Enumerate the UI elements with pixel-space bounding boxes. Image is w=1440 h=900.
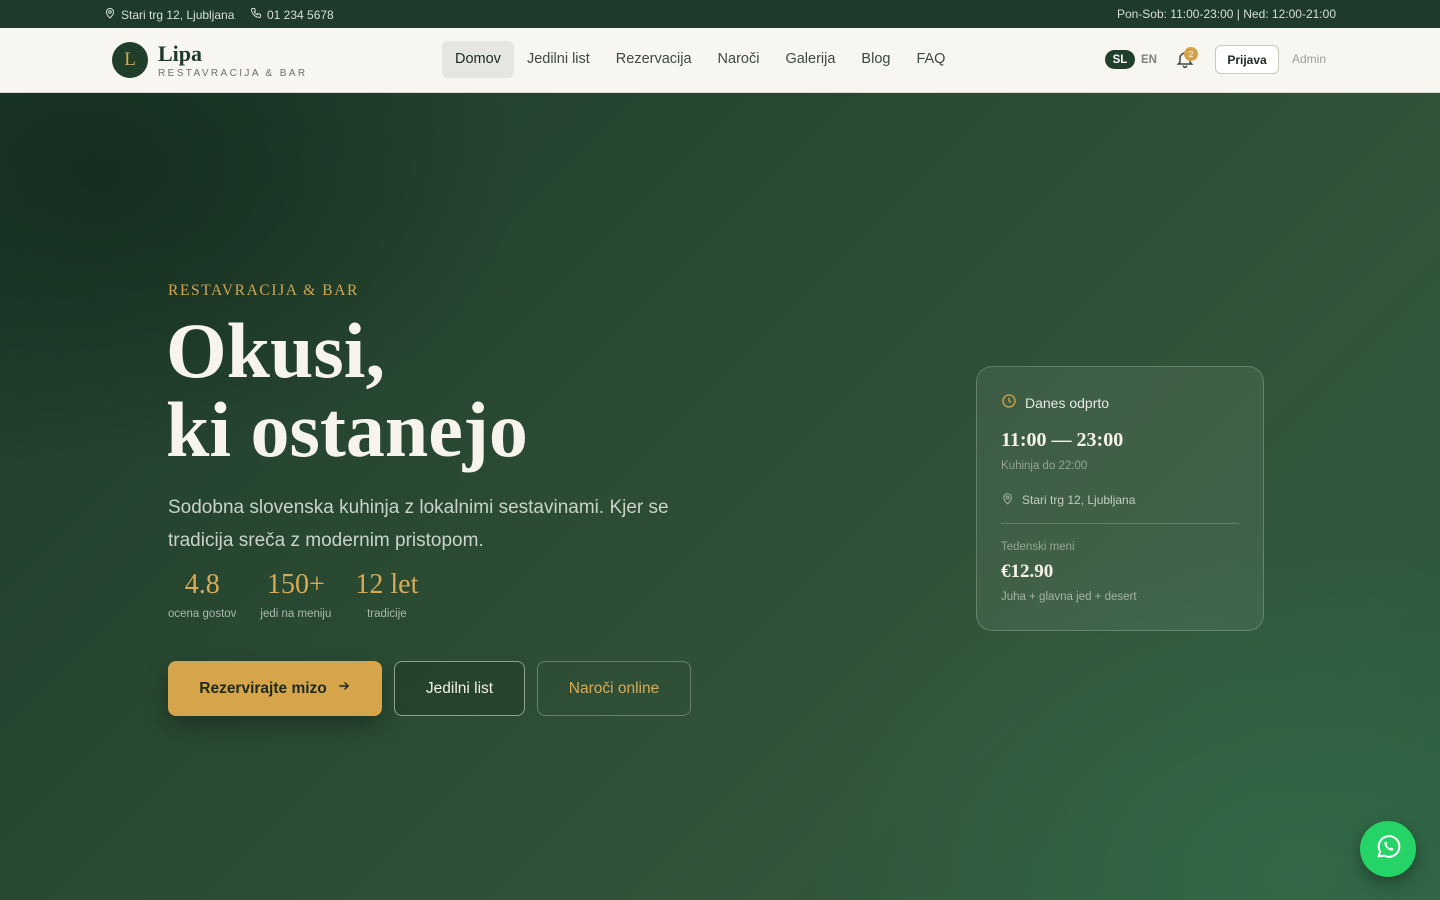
stat-rating: 4.8 ocena gostov (168, 567, 236, 620)
order-online-button[interactable]: Naroči online (537, 661, 691, 716)
main-nav: Domov Jedilni list Rezervacija Naroči Ga… (442, 41, 958, 78)
hero-title: Okusi, ki ostanejo (166, 311, 528, 469)
topbar-address-text: Stari trg 12, Ljubljana (121, 7, 235, 22)
clock-icon (1001, 393, 1017, 412)
nav-item-rezervacija[interactable]: Rezervacija (603, 41, 705, 78)
login-button[interactable]: Prijava (1215, 45, 1279, 74)
reserve-table-button[interactable]: Rezervirajte mizo (168, 661, 382, 716)
opening-hours-card: Danes odprto 11:00 — 23:00 Kuhinja do 22… (976, 366, 1264, 631)
topbar-phone[interactable]: 01 234 5678 (250, 7, 334, 22)
hero-subtitle: Sodobna slovenska kuhinja z lokalnimi se… (168, 497, 669, 551)
language-switcher: SL EN (1105, 50, 1157, 69)
nav-item-domov[interactable]: Domov (442, 41, 514, 78)
nav-item-galerija[interactable]: Galerija (772, 41, 848, 78)
hero-eyebrow: RESTAVRACIJA & BAR (168, 282, 359, 299)
whatsapp-icon (1373, 832, 1403, 867)
open-today-row: Danes odprto (1001, 393, 1109, 412)
kitchen-hours: Kuhinja do 22:00 (1001, 460, 1088, 472)
topbar-hours: Pon-Sob: 11:00-23:00 | Ned: 12:00-21:00 (1116, 7, 1336, 21)
card-address-text: Stari trg 12, Ljubljana (1022, 493, 1136, 507)
reserve-table-label: Rezervirajte mizo (199, 679, 327, 697)
stat-label: ocena gostov (168, 608, 237, 620)
brand-name[interactable]: Lipa (158, 41, 202, 67)
topbar-address: Stari trg 12, Ljubljana (104, 7, 234, 22)
card-address: Stari trg 12, Ljubljana (1001, 492, 1135, 508)
lang-en-button[interactable]: EN (1141, 54, 1157, 66)
map-pin-icon (1001, 492, 1014, 508)
stat-years: 12 let tradicije (355, 567, 418, 620)
open-today-label: Danes odprto (1025, 394, 1110, 411)
map-pin-icon (104, 7, 116, 22)
stat-value: 150+ (267, 569, 325, 600)
hero-title-line-1: Okusi, (166, 307, 385, 394)
phone-icon (250, 7, 262, 22)
admin-link[interactable]: Admin (1292, 52, 1326, 66)
brand-tagline: RESTAVRACIJA & BAR (158, 68, 308, 79)
stat-value: 4.8 (184, 569, 220, 600)
top-info-bar: Stari trg 12, Ljubljana 01 234 5678 Pon-… (0, 0, 1440, 28)
stat-label: jedi na meniju (260, 608, 332, 620)
lang-sl-button[interactable]: SL (1105, 50, 1135, 69)
menu-button[interactable]: Jedilni list (394, 661, 525, 716)
notification-badge: 2 (1184, 47, 1198, 61)
hero-title-line-2: ki ostanejo (166, 386, 528, 473)
nav-item-naroci[interactable]: Naroči (705, 41, 773, 78)
topbar-phone-text: 01 234 5678 (267, 7, 334, 22)
whatsapp-button[interactable] (1360, 821, 1416, 877)
opening-hours: 11:00 — 23:00 (1001, 429, 1124, 451)
stat-label: tradicije (367, 608, 407, 620)
nav-item-jedilni-list[interactable]: Jedilni list (514, 41, 603, 78)
stat-dishes: 150+ jedi na meniju (260, 567, 331, 620)
card-divider (1001, 523, 1239, 524)
site-header: L Lipa RESTAVRACIJA & BAR Domov Jedilni … (0, 28, 1440, 93)
logo-badge[interactable]: L (112, 42, 148, 78)
nav-item-blog[interactable]: Blog (848, 41, 903, 78)
weekly-menu-description: Juha + glavna jed + desert (1001, 591, 1137, 603)
hero-stats: 4.8 ocena gostov 150+ jedi na meniju 12 … (168, 567, 442, 620)
weekly-menu-label: Tedenski meni (1001, 541, 1075, 553)
weekly-menu-price: €12.90 (1001, 561, 1054, 582)
arrow-right-icon (337, 679, 351, 698)
hero-section: RESTAVRACIJA & BAR Okusi, ki ostanejo So… (0, 93, 1440, 900)
stat-value: 12 let (355, 569, 419, 600)
nav-item-faq[interactable]: FAQ (903, 41, 958, 78)
